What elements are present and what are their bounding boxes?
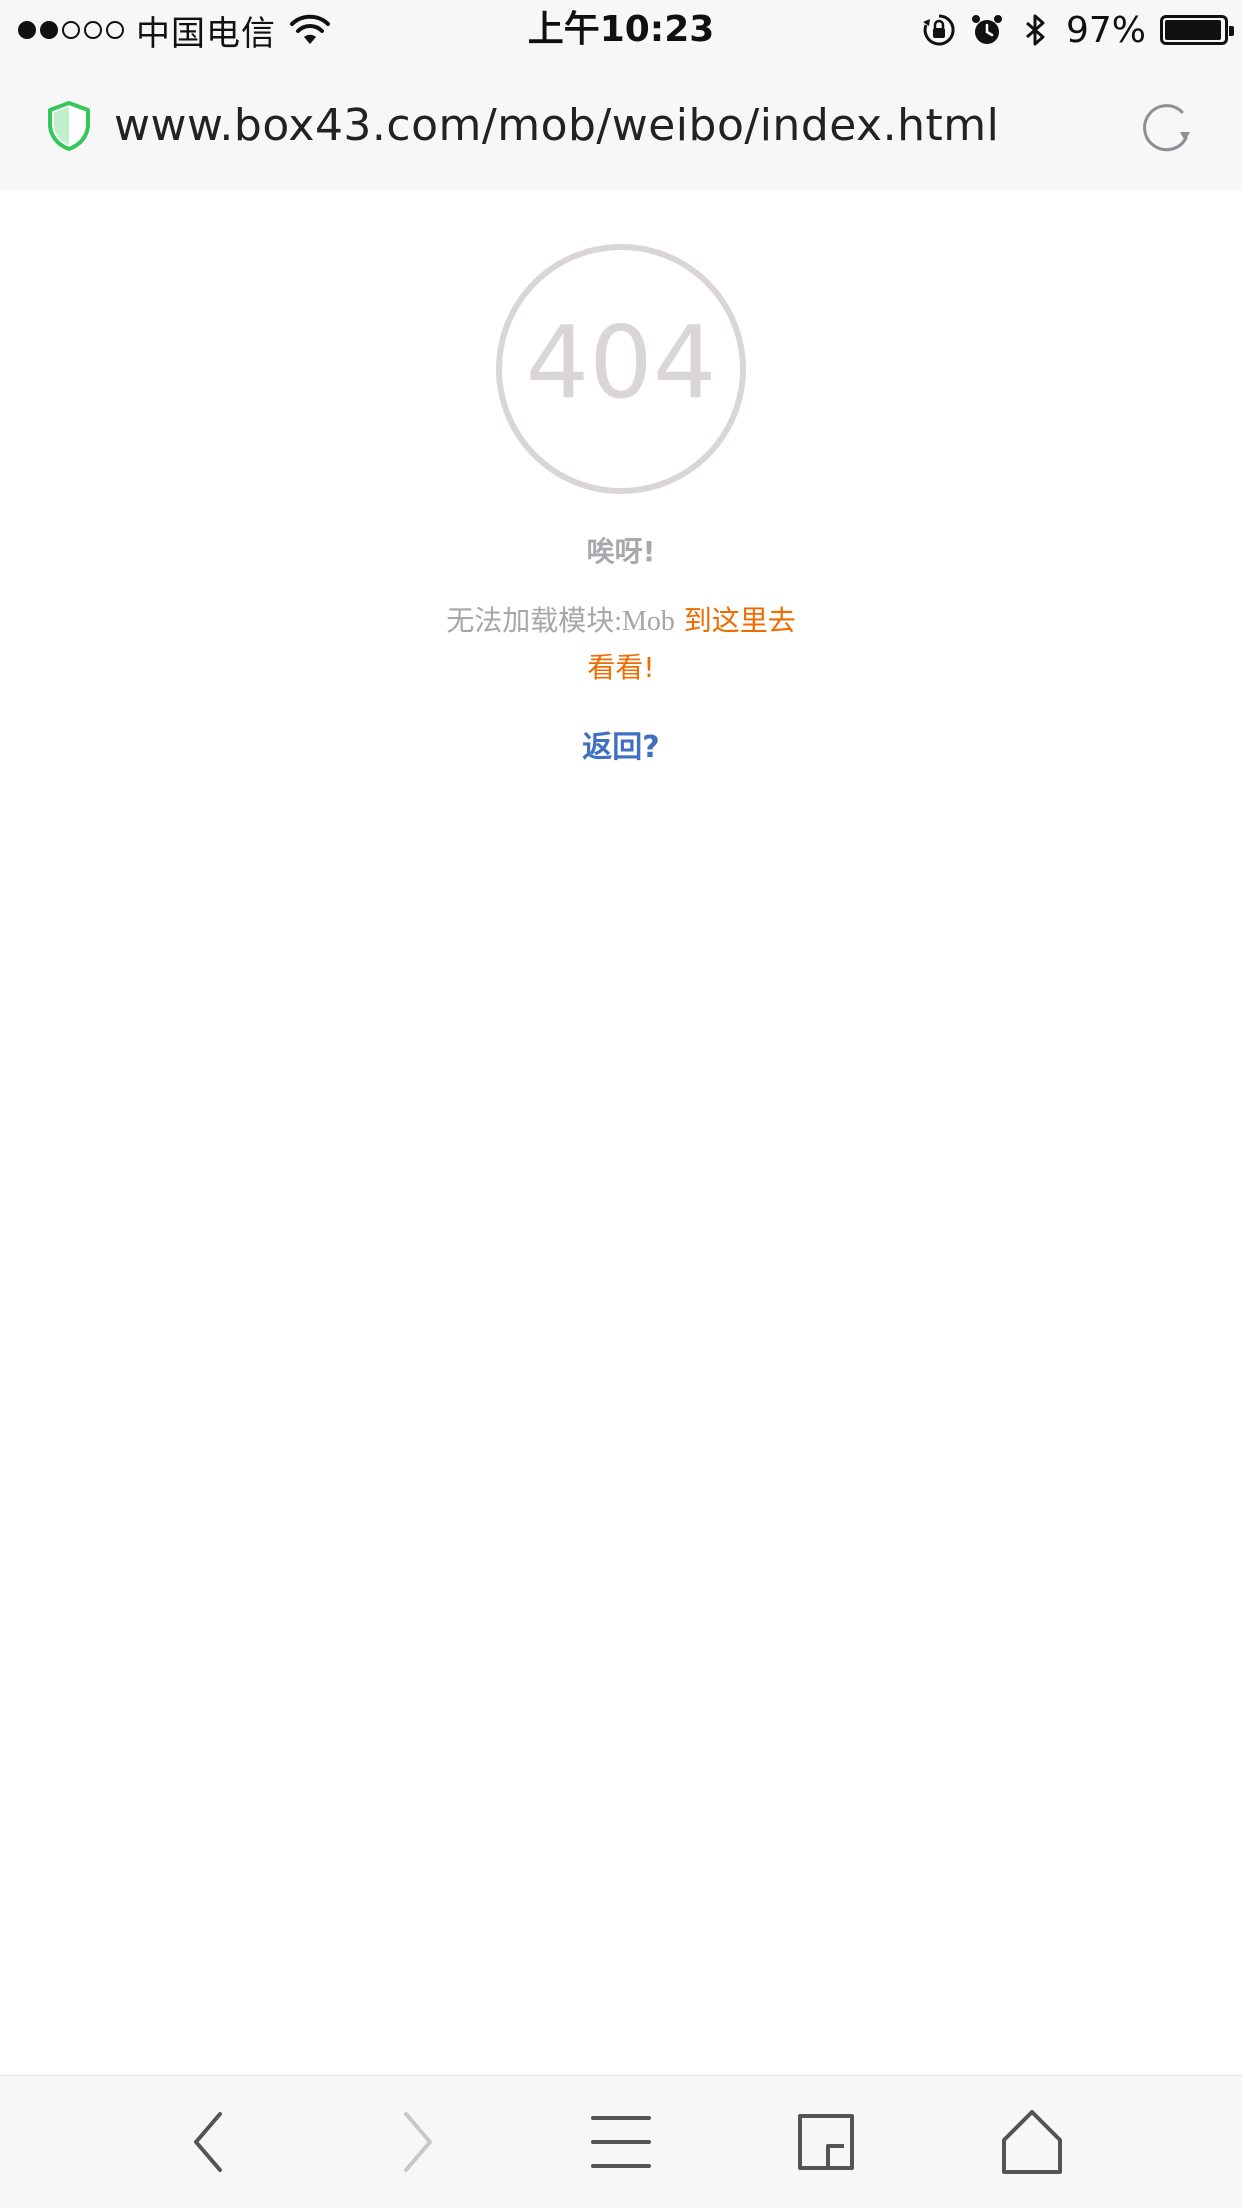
status-bar: 中国电信 上午10:23 97% bbox=[0, 0, 1242, 60]
error-code: 404 bbox=[526, 304, 717, 421]
forward-icon bbox=[404, 2112, 432, 2172]
security-shield-icon[interactable] bbox=[46, 100, 92, 152]
battery-icon bbox=[1160, 15, 1234, 45]
back-link[interactable]: 返回? bbox=[0, 722, 1242, 766]
url-text[interactable]: www.box43.com/mob/weibo/index.html bbox=[114, 96, 999, 156]
home-icon bbox=[1002, 2110, 1062, 2174]
back-icon bbox=[194, 2112, 222, 2172]
reload-icon[interactable] bbox=[1138, 100, 1198, 156]
tabs-button[interactable] bbox=[790, 2106, 862, 2178]
home-button[interactable] bbox=[996, 2106, 1068, 2178]
battery-fill bbox=[1165, 20, 1222, 40]
error-message: 无法加载模块:Mob 到这里去看看! bbox=[440, 598, 802, 691]
status-right: 97% bbox=[922, 8, 1234, 52]
page-content: 404 唉呀! 无法加载模块:Mob 到这里去看看! 返回? bbox=[0, 190, 1242, 2075]
back-button[interactable] bbox=[174, 2106, 246, 2178]
menu-icon bbox=[591, 2116, 651, 2168]
forward-button[interactable] bbox=[380, 2106, 452, 2178]
address-bar[interactable]: www.box43.com/mob/weibo/index.html bbox=[0, 60, 1242, 190]
rotation-lock-icon bbox=[922, 14, 955, 46]
error-404-badge: 404 bbox=[496, 244, 746, 494]
tabs-icon bbox=[798, 2114, 854, 2170]
browser-screen: 中国电信 上午10:23 97% www.box43.com/mob/weibo… bbox=[0, 0, 1242, 2208]
bluetooth-icon bbox=[1025, 14, 1045, 46]
error-message-text: 无法加载模块:Mob bbox=[446, 606, 675, 637]
battery-cap bbox=[1229, 26, 1234, 36]
menu-button[interactable] bbox=[585, 2106, 657, 2178]
battery-percentage: 97% bbox=[1065, 9, 1146, 51]
alarm-icon bbox=[971, 15, 1002, 44]
oops-heading: 唉呀! bbox=[586, 535, 656, 568]
bottom-toolbar bbox=[0, 2075, 1242, 2208]
